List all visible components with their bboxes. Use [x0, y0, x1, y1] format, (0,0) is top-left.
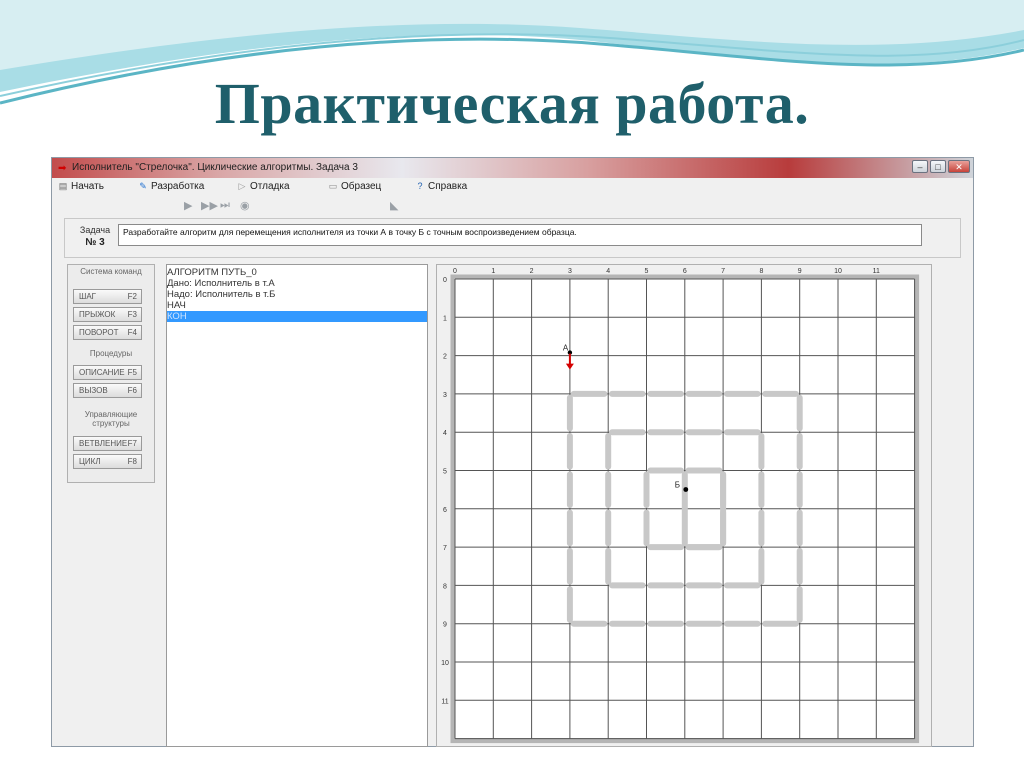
system-commands-header: Система команд [80, 267, 142, 276]
field-panel: 0 1 2 3 4 5 6 7 8 9 10 11 0 1 2 3 4 5 6 7 8 9 10 11 А Б [436, 264, 932, 747]
column-label: 9 [798, 268, 802, 275]
toolbar: ▶ ▶▶ ⏭ ◉ ◣ [52, 195, 973, 215]
command-name: ВЫЗОВ [79, 386, 108, 395]
task-area: Задача № 3 Разработайте алгоритм для пер… [64, 218, 961, 258]
code-line-selected[interactable]: КОН [167, 311, 427, 322]
sample-icon: ▭ [328, 181, 338, 191]
fast-forward-icon[interactable]: ⏭ [220, 199, 230, 212]
code-line[interactable]: АЛГОРИТМ ПУТЬ_0 [167, 267, 427, 278]
call-command-button[interactable]: ВЫЗОВ F6 [73, 383, 142, 398]
slide-title: Практическая работа. [214, 71, 810, 136]
app-window: ➡ Исполнитель "Стрелочка". Циклические а… [51, 157, 974, 747]
eraser-icon[interactable]: ◣ [390, 199, 398, 212]
window-title: Исполнитель "Стрелочка". Циклические алг… [72, 162, 358, 173]
control-structures-header: Управляющие структуры [84, 410, 138, 428]
close-button[interactable]: ✕ [948, 160, 970, 173]
field-grid[interactable]: 0 1 2 3 4 5 6 7 8 9 10 11 0 1 2 3 4 5 6 7 8 9 10 11 А Б [437, 265, 931, 746]
row-label: 5 [443, 469, 447, 476]
app-arrow-icon: ➡ [58, 163, 67, 174]
command-name: ЦИКЛ [79, 457, 101, 466]
point-b-label: Б [675, 481, 680, 490]
column-label: 5 [645, 268, 649, 275]
menu-start-label: Начать [71, 181, 104, 192]
column-label: 3 [568, 268, 572, 275]
column-label: 0 [453, 268, 457, 275]
column-label: 4 [606, 268, 610, 275]
develop-icon: ✎ [139, 181, 147, 191]
code-line[interactable]: Дано: Исполнитель в т.А [167, 278, 427, 289]
menu-develop-label: Разработка [151, 181, 205, 192]
window-titlebar[interactable]: ➡ Исполнитель "Стрелочка". Циклические а… [52, 158, 973, 178]
command-key: F4 [127, 328, 137, 337]
jump-command-button[interactable]: ПРЫЖОК F3 [73, 307, 142, 322]
menu-help-label: Справка [428, 181, 468, 192]
row-label: 3 [443, 392, 447, 399]
task-description: Разработайте алгоритм для перемещения ис… [118, 224, 922, 246]
column-label: 1 [491, 268, 495, 275]
row-label: 1 [443, 315, 447, 322]
column-label: 11 [873, 268, 880, 275]
column-label: 8 [759, 268, 763, 275]
command-key: F7 [127, 439, 137, 448]
command-key: F8 [127, 457, 137, 466]
menu-start[interactable]: ▤ Начать [58, 181, 104, 192]
command-name: ВЕТВЛЕНИЕ [79, 439, 128, 448]
describe-command-button[interactable]: ОПИСАНИЕ F5 [73, 365, 142, 380]
command-name: ШАГ [79, 292, 96, 301]
menu-develop[interactable]: ✎ Разработка [138, 181, 204, 192]
procedures-header: Процедуры [89, 349, 133, 358]
command-key: F2 [127, 292, 137, 301]
code-editor[interactable]: АЛГОРИТМ ПУТЬ_0 Дано: Исполнитель в т.А … [166, 264, 428, 747]
column-label: 10 [834, 268, 842, 275]
command-key: F5 [127, 368, 137, 377]
menu-sample-label: Образец [341, 181, 382, 192]
menu-sample[interactable]: ▭ Образец [328, 181, 382, 192]
command-key: F6 [127, 386, 137, 395]
debug-play-icon: ▷ [238, 181, 246, 191]
column-label: 6 [683, 268, 687, 275]
turn-command-button[interactable]: ПОВОРОТ F4 [73, 325, 142, 340]
row-label: 9 [443, 622, 447, 629]
row-label: 10 [441, 660, 449, 667]
menu-debug-label: Отладка [250, 181, 290, 192]
minimize-button[interactable]: ‒ [912, 160, 928, 173]
code-line[interactable]: НАЧ [167, 300, 427, 311]
command-key: F3 [127, 310, 137, 319]
command-name: ПРЫЖОК [79, 310, 116, 319]
row-label: 4 [443, 430, 447, 437]
menu-bar: ▤ Начать ✎ Разработка ▷ Отладка ▭ Образец ? С… [52, 178, 973, 195]
row-label: 2 [443, 354, 447, 361]
code-line[interactable]: Надо: Исполнитель в т.Б [167, 289, 427, 300]
task-number: № 3 [85, 237, 105, 248]
row-label: 6 [443, 507, 447, 514]
play-icon[interactable]: ▶ [184, 199, 192, 212]
loop-command-button[interactable]: ЦИКЛ F8 [73, 454, 142, 469]
menu-debug[interactable]: ▷ Отладка [237, 181, 290, 192]
command-name: ПОВОРОТ [79, 328, 119, 337]
column-label: 7 [721, 268, 725, 275]
start-icon: ▤ [58, 181, 68, 191]
point-b-dot [683, 487, 689, 492]
maximize-button[interactable]: □ [930, 160, 946, 173]
row-label: 11 [441, 698, 448, 705]
point-a-label: А [563, 344, 569, 353]
row-label: 0 [443, 277, 447, 284]
step-command-button[interactable]: ШАГ F2 [73, 289, 142, 304]
command-panel: Система команд ШАГ F2 ПРЫЖОК F3 ПОВОРОТ F4 … [67, 264, 155, 483]
menu-help[interactable]: ? Справка [415, 181, 467, 192]
row-label: 8 [443, 583, 447, 590]
task-label: Задача [79, 225, 111, 235]
row-label: 7 [443, 545, 447, 552]
help-icon: ? [417, 181, 423, 191]
command-name: ОПИСАНИЕ [79, 368, 125, 377]
branch-command-button[interactable]: ВЕТВЛЕНИЕ F7 [73, 436, 142, 451]
stop-icon[interactable]: ◉ [240, 199, 250, 212]
step-icon[interactable]: ▶▶ [201, 199, 218, 212]
column-label: 2 [530, 268, 534, 275]
